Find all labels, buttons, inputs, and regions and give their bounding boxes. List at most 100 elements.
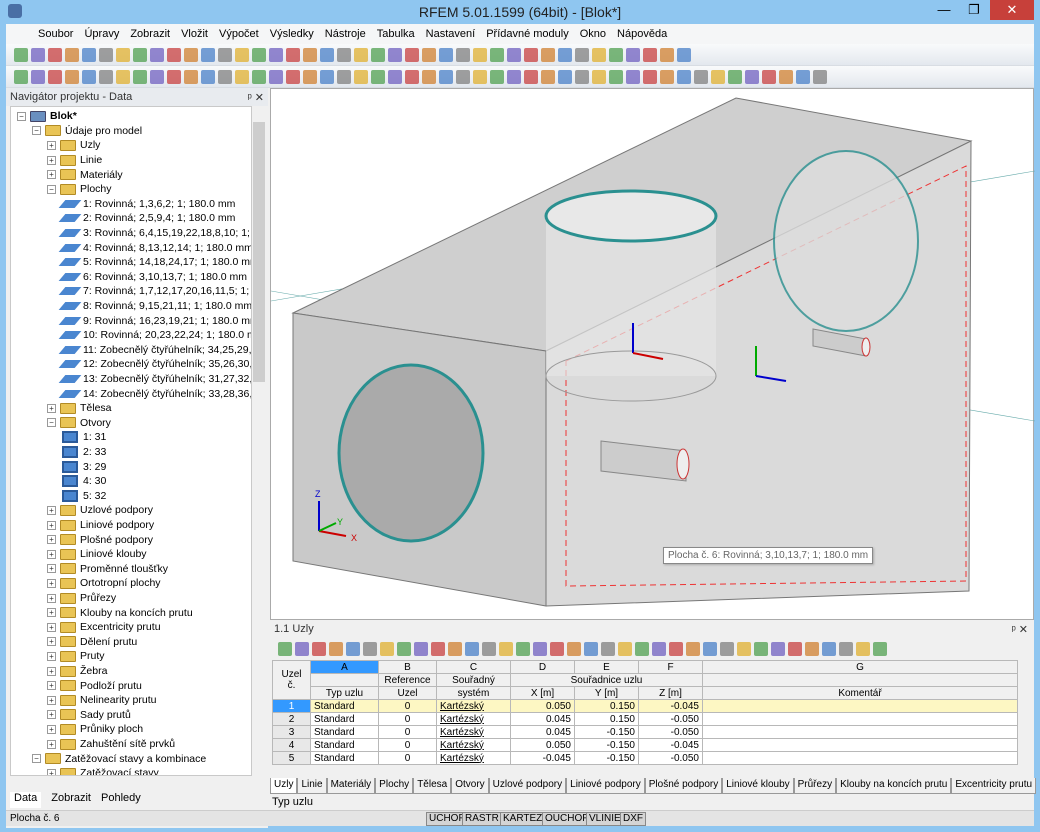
tree-item[interactable]: 9: Rovinná; 16,23,19,21; 1; 180.0 mm	[62, 313, 252, 328]
toolbar-button-icon[interactable]	[235, 48, 249, 62]
cell-kom[interactable]	[703, 752, 1018, 765]
cell-sys[interactable]: Kartézský	[437, 752, 511, 765]
tree-item[interactable]: +Materiály	[47, 167, 123, 182]
tree-item[interactable]: +Uzlové podpory	[47, 503, 153, 518]
cell-kom[interactable]	[703, 726, 1018, 739]
toolbar-button-icon[interactable]	[626, 70, 640, 84]
toolbar-button-icon[interactable]	[737, 642, 751, 656]
toolbar-button-icon[interactable]	[405, 70, 419, 84]
toolbar-button-icon[interactable]	[201, 48, 215, 62]
toolbar-button-icon[interactable]	[533, 642, 547, 656]
toolbar-button-icon[interactable]	[490, 48, 504, 62]
expand-toggle-icon[interactable]: +	[47, 156, 56, 165]
cell-y[interactable]: 0.150	[575, 700, 639, 713]
cell-typ[interactable]: Standard	[311, 700, 379, 713]
tree-item[interactable]: −Blok*	[17, 109, 77, 124]
toolbar-button-icon[interactable]	[745, 70, 759, 84]
toolbar-button-icon[interactable]	[482, 642, 496, 656]
tree-item[interactable]: 1: Rovinná; 1,3,6,2; 1; 180.0 mm	[62, 197, 235, 212]
tree-item[interactable]: +Žebra	[47, 664, 107, 679]
tab-zobrazit[interactable]: Zobrazit	[51, 792, 91, 808]
toolbar-button-icon[interactable]	[473, 70, 487, 84]
toolbar-button-icon[interactable]	[14, 48, 28, 62]
toolbar-button-icon[interactable]	[558, 48, 572, 62]
col-f[interactable]: F	[639, 661, 703, 674]
toolbar-button-icon[interactable]	[805, 642, 819, 656]
toolbar-button-icon[interactable]	[618, 642, 632, 656]
expand-toggle-icon[interactable]: +	[47, 637, 56, 646]
cell-sys[interactable]: Kartézský	[437, 739, 511, 752]
toolbar-button-icon[interactable]	[405, 48, 419, 62]
toolbar-button-icon[interactable]	[652, 642, 666, 656]
tree-item[interactable]: 3: Rovinná; 6,4,15,19,22,18,8,10; 1; 180	[62, 226, 252, 241]
cell-x[interactable]: 0.045	[511, 713, 575, 726]
cell-x[interactable]: 0.050	[511, 739, 575, 752]
col-g[interactable]: G	[703, 661, 1018, 674]
col-a[interactable]: A	[311, 661, 379, 674]
menu-5[interactable]: Výsledky	[268, 26, 316, 42]
toolbar-button-icon[interactable]	[414, 642, 428, 656]
toolbar-button-icon[interactable]	[201, 70, 215, 84]
expand-toggle-icon[interactable]: +	[47, 506, 56, 515]
toolbar-button-icon[interactable]	[295, 642, 309, 656]
maximize-button[interactable]: ❐	[960, 0, 988, 20]
cell-sys[interactable]: Kartézský	[437, 700, 511, 713]
toolbar-button-icon[interactable]	[184, 70, 198, 84]
expand-toggle-icon[interactable]: +	[47, 579, 56, 588]
toolbar-button-icon[interactable]	[269, 70, 283, 84]
tree-item[interactable]: 4: 30	[62, 474, 106, 489]
cell-y[interactable]: -0.150	[575, 739, 639, 752]
expand-toggle-icon[interactable]: +	[47, 535, 56, 544]
toolbar-button-icon[interactable]	[303, 70, 317, 84]
toolbar-button-icon[interactable]	[507, 48, 521, 62]
toolbar-button-icon[interactable]	[575, 70, 589, 84]
tree-item[interactable]: 5: Rovinná; 14,18,24,17; 1; 180.0 mm	[62, 255, 252, 270]
toolbar-button-icon[interactable]	[388, 70, 402, 84]
tab-pohledy[interactable]: Pohledy	[101, 792, 141, 808]
toolbar-button-icon[interactable]	[524, 48, 538, 62]
tree-item[interactable]: 7: Rovinná; 1,7,12,17,20,16,11,5; 1; 180	[62, 284, 252, 299]
toolbar-button-icon[interactable]	[320, 70, 334, 84]
toolbar-button-icon[interactable]	[167, 70, 181, 84]
tree-item[interactable]: 3: 29	[62, 459, 106, 474]
tree-item[interactable]: +Podloží prutu	[47, 678, 142, 693]
toolbar-button-icon[interactable]	[456, 48, 470, 62]
expand-toggle-icon[interactable]: +	[47, 141, 56, 150]
tree-item[interactable]: +Proměnné tloušťky	[47, 562, 168, 577]
toolbar-button-icon[interactable]	[439, 70, 453, 84]
menu-6[interactable]: Nástroje	[323, 26, 368, 42]
toolbar-button-icon[interactable]	[252, 70, 266, 84]
tree-item[interactable]: +Průřezy	[47, 591, 116, 606]
cell-z[interactable]: -0.045	[639, 739, 703, 752]
expand-toggle-icon[interactable]: −	[17, 112, 26, 121]
toolbar-button-icon[interactable]	[278, 642, 292, 656]
table-tab[interactable]: Uzly	[270, 778, 297, 794]
tree-item[interactable]: 10: Rovinná; 20,23,22,24; 1; 180.0 mm	[62, 328, 252, 343]
toolbar-button-icon[interactable]	[150, 70, 164, 84]
toolbar-button-icon[interactable]	[856, 642, 870, 656]
toolbar-button-icon[interactable]	[133, 48, 147, 62]
cell-y[interactable]: 0.150	[575, 713, 639, 726]
tree-item[interactable]: 2: 33	[62, 445, 106, 460]
toolbar-button-icon[interactable]	[439, 48, 453, 62]
cell-x[interactable]: 0.050	[511, 700, 575, 713]
expand-toggle-icon[interactable]: +	[47, 769, 56, 776]
tree-item[interactable]: 13: Zobecnělý čtyřúhelník; 31,27,32,27	[62, 372, 252, 387]
tree-item[interactable]: +Plošné podpory	[47, 532, 153, 547]
toolbar-button-icon[interactable]	[873, 642, 887, 656]
toolbar-button-icon[interactable]	[354, 70, 368, 84]
toolbar-button-icon[interactable]	[635, 642, 649, 656]
tree-item[interactable]: 14: Zobecnělý čtyřúhelník; 33,28,36,28	[62, 386, 252, 401]
expand-toggle-icon[interactable]: −	[47, 418, 56, 427]
expand-toggle-icon[interactable]: +	[47, 667, 56, 676]
toolbar-button-icon[interactable]	[14, 70, 28, 84]
expand-toggle-icon[interactable]: +	[47, 594, 56, 603]
toolbar-button-icon[interactable]	[626, 48, 640, 62]
toolbar-button-icon[interactable]	[660, 48, 674, 62]
tree-item[interactable]: 2: Rovinná; 2,5,9,4; 1; 180.0 mm	[62, 211, 235, 226]
tree-item[interactable]: +Sady prutů	[47, 708, 131, 723]
toolbar-button-icon[interactable]	[99, 48, 113, 62]
tree-item[interactable]: +Linie	[47, 153, 102, 168]
status-toggle-dxf[interactable]: DXF	[620, 812, 646, 826]
minimize-button[interactable]: —	[930, 0, 958, 20]
